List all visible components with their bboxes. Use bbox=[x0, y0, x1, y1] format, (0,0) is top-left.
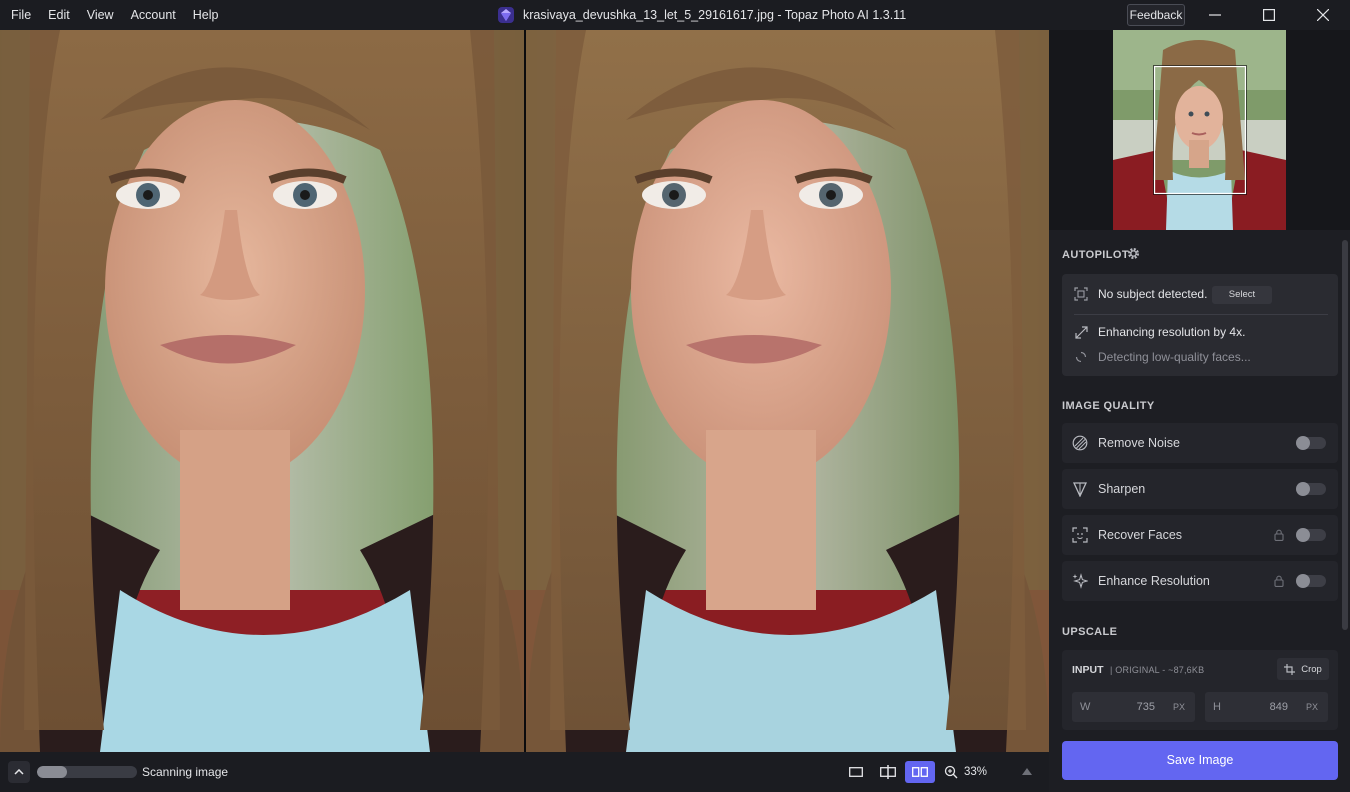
split-view-icon bbox=[880, 765, 896, 779]
side-by-side-view-button[interactable] bbox=[905, 761, 935, 783]
enhance-resolution-toggle[interactable] bbox=[1296, 574, 1326, 588]
enhanced-image-pane[interactable] bbox=[526, 30, 1049, 752]
width-field[interactable]: W 735 PX bbox=[1072, 692, 1195, 722]
navigator-thumbnail[interactable] bbox=[1113, 30, 1286, 230]
remove-noise-toggle[interactable] bbox=[1296, 436, 1326, 450]
input-size-info: | ORIGINAL - ~87,6KB bbox=[1110, 665, 1205, 675]
right-panel: AUTOPILOT No subject detected. Select En… bbox=[1049, 30, 1350, 792]
zoom-icon bbox=[944, 765, 958, 779]
bottom-bar: Scanning image 33% bbox=[0, 752, 1049, 792]
menu-edit[interactable]: Edit bbox=[42, 0, 76, 30]
resolution-row: Enhancing resolution by 4x. bbox=[1074, 325, 1245, 339]
crop-label: Crop bbox=[1301, 663, 1322, 675]
width-value: 735 bbox=[1136, 701, 1155, 713]
noise-icon bbox=[1072, 435, 1088, 451]
minimize-button[interactable] bbox=[1188, 0, 1242, 30]
input-label: INPUT bbox=[1072, 664, 1104, 676]
menu-view[interactable]: View bbox=[81, 0, 120, 30]
save-image-button[interactable]: Save Image bbox=[1062, 741, 1338, 780]
menu-bar: File Edit View Account Help bbox=[0, 0, 224, 30]
image-canvas[interactable] bbox=[0, 30, 1049, 752]
toggle-knob bbox=[1296, 436, 1310, 450]
scan-status-text: Scanning image bbox=[142, 765, 229, 779]
recover-faces-toggle[interactable] bbox=[1296, 528, 1326, 542]
sharpen-toggle[interactable] bbox=[1296, 482, 1326, 496]
zoom-control[interactable]: 33% bbox=[944, 761, 1040, 783]
filter-label: Recover Faces bbox=[1098, 528, 1183, 542]
autopilot-heading: AUTOPILOT bbox=[1062, 249, 1129, 261]
lock-icon bbox=[1274, 529, 1284, 541]
single-view-icon bbox=[849, 767, 863, 777]
split-view-button[interactable] bbox=[873, 761, 903, 783]
minimize-icon bbox=[1209, 14, 1221, 16]
faces-text: Detecting low-quality faces... bbox=[1098, 350, 1251, 364]
subject-text: No subject detected. bbox=[1098, 287, 1208, 301]
navigator bbox=[1049, 30, 1350, 230]
scan-progress-fill bbox=[37, 766, 67, 778]
original-image-pane[interactable] bbox=[0, 30, 524, 752]
filter-label: Remove Noise bbox=[1098, 436, 1180, 450]
toggle-knob bbox=[1296, 482, 1310, 496]
select-subject-button[interactable]: Select bbox=[1212, 286, 1272, 304]
filter-label: Enhance Resolution bbox=[1098, 574, 1210, 588]
window-title-text: krasivaya_devushka_13_let_5_29161617.jpg… bbox=[523, 8, 907, 22]
side-by-side-icon bbox=[912, 767, 928, 777]
menu-account[interactable]: Account bbox=[125, 0, 182, 30]
loading-spinner-icon bbox=[1074, 350, 1088, 364]
enhanced-image bbox=[526, 30, 1049, 752]
expand-panel-button[interactable] bbox=[8, 761, 30, 783]
toggle-knob bbox=[1296, 574, 1310, 588]
face-scan-icon bbox=[1072, 527, 1088, 543]
zoom-level: 33% bbox=[964, 766, 988, 778]
maximize-button[interactable] bbox=[1242, 0, 1296, 30]
navigator-image bbox=[1113, 30, 1286, 230]
menu-help[interactable]: Help bbox=[187, 0, 225, 30]
maximize-icon bbox=[1263, 9, 1275, 21]
height-field[interactable]: H 849 PX bbox=[1205, 692, 1328, 722]
close-button[interactable] bbox=[1296, 0, 1350, 30]
resolution-text: Enhancing resolution by 4x. bbox=[1098, 325, 1246, 339]
app-logo-icon bbox=[498, 7, 514, 23]
crop-button[interactable]: Crop bbox=[1277, 658, 1329, 680]
crop-icon bbox=[1284, 663, 1296, 675]
scan-progress-bar bbox=[37, 766, 137, 778]
toggle-knob bbox=[1296, 528, 1310, 542]
gear-icon[interactable] bbox=[1127, 247, 1140, 260]
faces-row: Detecting low-quality faces... bbox=[1074, 350, 1251, 364]
filter-remove-noise[interactable]: Remove Noise bbox=[1062, 423, 1338, 463]
filter-enhance-resolution[interactable]: Enhance Resolution bbox=[1062, 561, 1338, 601]
single-view-button[interactable] bbox=[841, 761, 871, 783]
width-unit: PX bbox=[1172, 702, 1185, 712]
sparkle-icon bbox=[1072, 573, 1088, 589]
caret-up-icon[interactable] bbox=[1022, 767, 1032, 775]
filter-recover-faces[interactable]: Recover Faces bbox=[1062, 515, 1338, 555]
sharpen-icon bbox=[1072, 481, 1088, 497]
width-key: W bbox=[1080, 701, 1091, 713]
filter-sharpen[interactable]: Sharpen bbox=[1062, 469, 1338, 509]
upscale-card: INPUT | ORIGINAL - ~87,6KB Crop W 735 PX… bbox=[1062, 650, 1338, 730]
close-icon bbox=[1317, 9, 1329, 21]
subject-row: No subject detected. bbox=[1074, 287, 1207, 301]
autopilot-divider bbox=[1074, 314, 1328, 315]
panel-scrollbar[interactable] bbox=[1342, 240, 1348, 630]
autopilot-card: No subject detected. Select Enhancing re… bbox=[1062, 274, 1338, 376]
expand-arrows-icon bbox=[1074, 325, 1088, 339]
chevron-up-icon bbox=[14, 769, 24, 775]
height-value: 849 bbox=[1269, 701, 1288, 713]
subject-scan-icon bbox=[1074, 287, 1088, 301]
filter-label: Sharpen bbox=[1098, 482, 1146, 496]
menu-file[interactable]: File bbox=[5, 0, 37, 30]
lock-icon bbox=[1274, 575, 1284, 587]
upscale-heading: UPSCALE bbox=[1062, 626, 1118, 638]
feedback-button[interactable]: Feedback bbox=[1127, 4, 1185, 26]
image-quality-heading: IMAGE QUALITY bbox=[1062, 400, 1155, 412]
height-key: H bbox=[1213, 701, 1221, 713]
original-image bbox=[0, 30, 524, 752]
height-unit: PX bbox=[1305, 702, 1318, 712]
title-bar: File Edit View Account Help krasivaya_de… bbox=[0, 0, 1350, 30]
window-title: krasivaya_devushka_13_let_5_29161617.jpg… bbox=[497, 0, 906, 30]
